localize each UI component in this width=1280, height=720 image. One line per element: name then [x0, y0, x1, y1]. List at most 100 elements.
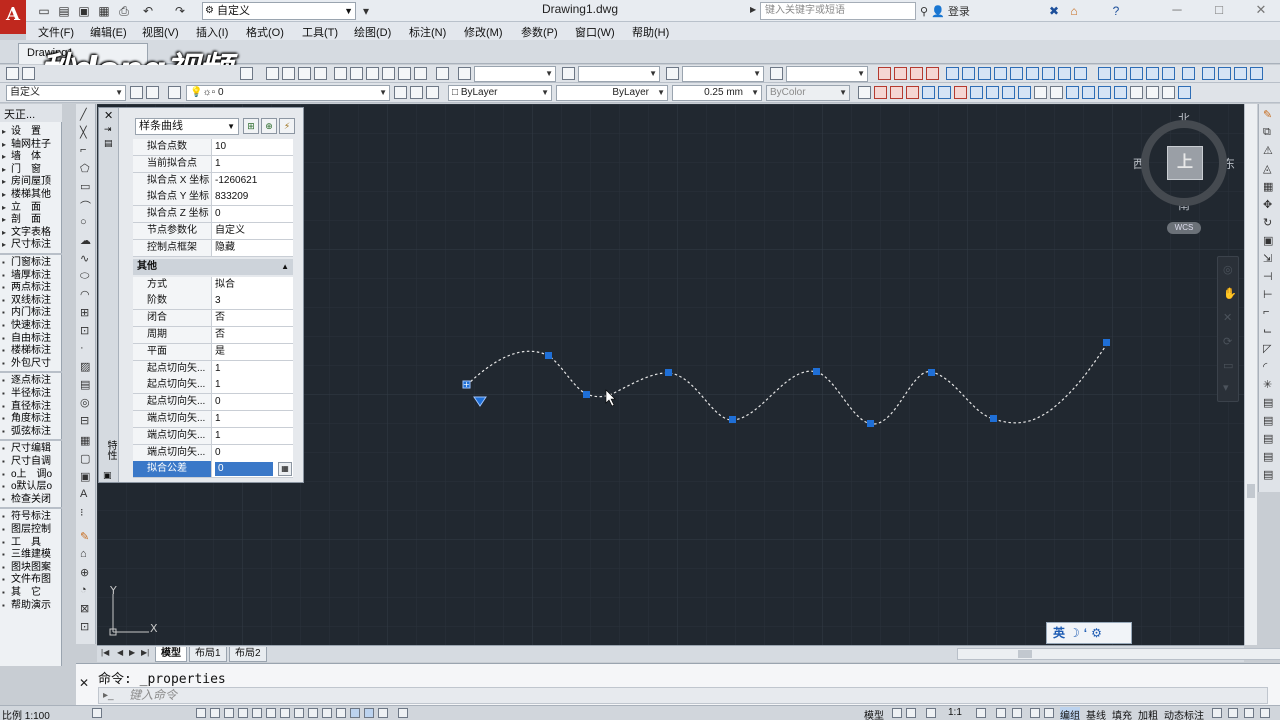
- workspace-combo[interactable]: 自定义 ▼: [6, 85, 126, 101]
- table-style-icon[interactable]: [666, 67, 679, 80]
- modify-tool-14-icon[interactable]: [1066, 86, 1079, 99]
- minimize-button[interactable]: ─: [1162, 0, 1192, 22]
- grid-icon[interactable]: [210, 708, 220, 718]
- dim-style-combo[interactable]: ▼: [578, 66, 660, 82]
- modify-tool-15-icon[interactable]: [1082, 86, 1095, 99]
- property-value[interactable]: 0: [213, 394, 293, 410]
- stretch-icon[interactable]: ⇲: [1263, 252, 1272, 265]
- modify-tool-17-icon[interactable]: [1114, 86, 1127, 99]
- grip-end[interactable]: [1103, 339, 1110, 346]
- status-extra-icon[interactable]: [378, 708, 388, 718]
- property-value[interactable]: 3: [213, 293, 293, 309]
- modify-tool-3-icon[interactable]: [890, 86, 903, 99]
- erase-icon[interactable]: ✎: [1263, 108, 1272, 121]
- status-tool-icon[interactable]: [92, 708, 102, 718]
- dim-tool-18-icon[interactable]: [1162, 67, 1175, 80]
- navigation-bar[interactable]: ◎ ✋ ✕ ⟳ ▭ ▾: [1217, 256, 1239, 402]
- mirror-icon[interactable]: ⚠: [1263, 144, 1273, 157]
- dim-tool-19-icon[interactable]: [1182, 67, 1195, 80]
- tianzheng-menu-item[interactable]: ▸ 剖 面: [2, 214, 60, 226]
- trim-icon[interactable]: ⊣: [1263, 270, 1273, 283]
- property-row[interactable]: 平面是: [133, 343, 293, 361]
- tianzheng-menu-item[interactable]: ▪ 直径标注: [2, 401, 60, 413]
- tianzheng-menu-item[interactable]: ▪ 图层控制: [2, 524, 60, 536]
- property-value[interactable]: 否: [213, 327, 293, 343]
- lineweight-combo[interactable]: 0.25 mm ▼: [672, 85, 762, 101]
- region-icon[interactable]: ◎: [80, 396, 90, 409]
- modify-tool-11-icon[interactable]: [1018, 86, 1031, 99]
- maximize-button[interactable]: □: [1204, 0, 1234, 22]
- tool-palettes-icon[interactable]: [366, 67, 379, 80]
- property-value[interactable]: 1: [213, 361, 293, 377]
- property-row[interactable]: 拟合点数 10: [133, 139, 293, 156]
- property-value[interactable]: 1: [213, 411, 293, 427]
- clean-screen-icon[interactable]: [1260, 708, 1270, 718]
- redo-icon[interactable]: ↷: [172, 3, 188, 19]
- tab-layout2[interactable]: 布局2: [229, 647, 267, 662]
- menu-view[interactable]: 视图(V): [142, 24, 179, 40]
- dim-tool-3-icon[interactable]: [910, 67, 923, 80]
- auto-hide-icon[interactable]: ⇥: [104, 124, 112, 135]
- dim-tool-12-icon[interactable]: [1058, 67, 1071, 80]
- tianzheng-menu-item[interactable]: ▪ 半径标注: [2, 388, 60, 400]
- next-layout-icon[interactable]: ▶: [129, 648, 135, 657]
- tianzheng-menu-item[interactable]: ▪ 墙厚标注: [2, 270, 60, 282]
- plot-icon[interactable]: ⎙: [116, 3, 132, 19]
- tianzheng-menu-item[interactable]: ▪ 符号标注: [2, 511, 60, 523]
- help-tb-icon[interactable]: [436, 67, 449, 80]
- qp-icon[interactable]: [336, 708, 346, 718]
- ellipse-arc-icon[interactable]: ◠: [80, 288, 90, 301]
- tianzheng-menu-item[interactable]: ▸ 设 置: [2, 126, 60, 138]
- dim-tool-15-icon[interactable]: [1114, 67, 1127, 80]
- ducs-icon[interactable]: [280, 708, 290, 718]
- grip-fit-point[interactable]: [813, 368, 820, 375]
- move-icon[interactable]: ✥: [1263, 198, 1272, 211]
- ortho-icon[interactable]: [224, 708, 234, 718]
- property-row[interactable]: 起点切向矢... 1: [133, 377, 293, 395]
- circle-icon[interactable]: ○: [80, 216, 87, 228]
- quick-select-icon[interactable]: ⚡: [279, 118, 295, 134]
- property-value[interactable]: 0: [213, 445, 293, 461]
- tianzheng-menu-item[interactable]: ▸ 房间屋顶: [2, 176, 60, 188]
- property-value[interactable]: 10: [213, 139, 293, 155]
- extend-icon[interactable]: ⊢: [1263, 288, 1273, 301]
- grip-fit-point[interactable]: [665, 369, 672, 376]
- modify-tool-16-icon[interactable]: [1098, 86, 1111, 99]
- make-block-icon[interactable]: ⊡: [80, 324, 89, 337]
- tianzheng-menu-item[interactable]: ▪ o上 调o: [2, 469, 60, 481]
- zoom-window-icon[interactable]: [298, 67, 311, 80]
- first-layout-icon[interactable]: |◀: [101, 648, 109, 657]
- ime-indicator[interactable]: 英☽ʻ⚙: [1046, 622, 1132, 644]
- property-row[interactable]: 拟合点 Z 坐标 0: [133, 206, 293, 224]
- palette-properties-icon[interactable]: ▤: [104, 138, 113, 149]
- property-value[interactable]: 拟合: [213, 277, 293, 293]
- tianzheng-menu-item[interactable]: ▪ 尺寸自调: [2, 456, 60, 468]
- calculator-icon[interactable]: ▦: [278, 462, 292, 477]
- property-row[interactable]: 节点参数化 自定义: [133, 223, 293, 240]
- workspace-save-icon[interactable]: [146, 86, 159, 99]
- layer-state-icon[interactable]: [426, 86, 439, 99]
- status-right-3-icon[interactable]: [1244, 708, 1254, 718]
- command-input[interactable]: ▸_ 键入命令: [98, 687, 1268, 704]
- dim-tool-20-icon[interactable]: [1202, 67, 1215, 80]
- status-baseline[interactable]: 基线: [1086, 707, 1106, 720]
- zoom-previous-icon[interactable]: [314, 67, 327, 80]
- tianzheng-menu-item[interactable]: ▪ 快速标注: [2, 320, 60, 332]
- menu-help[interactable]: 帮助(H): [632, 24, 669, 40]
- scrollbar-thumb[interactable]: [1018, 650, 1032, 658]
- annotation-visibility-icon[interactable]: [976, 708, 986, 718]
- grip-fit-point[interactable]: [729, 416, 736, 423]
- layer-r-3-icon[interactable]: ▤: [1263, 432, 1273, 445]
- modify-tool-5-icon[interactable]: [922, 86, 935, 99]
- search-input[interactable]: 键入关键字或短语: [760, 2, 916, 20]
- menu-parametric[interactable]: 参数(P): [521, 24, 558, 40]
- tianzheng-menu-item[interactable]: ▪ 外包尺寸: [2, 358, 60, 370]
- modify-tool-8-icon[interactable]: [970, 86, 983, 99]
- zoom-realtime-icon[interactable]: [282, 67, 295, 80]
- object-type-select[interactable]: 样条曲线 ▼: [135, 118, 239, 135]
- tab-model[interactable]: 模型: [155, 647, 187, 662]
- lock-ui-icon[interactable]: [1012, 708, 1022, 718]
- polar-icon[interactable]: [238, 708, 248, 718]
- open-file-icon[interactable]: ▤: [56, 3, 72, 19]
- close-window-button[interactable]: ✕: [1246, 0, 1276, 22]
